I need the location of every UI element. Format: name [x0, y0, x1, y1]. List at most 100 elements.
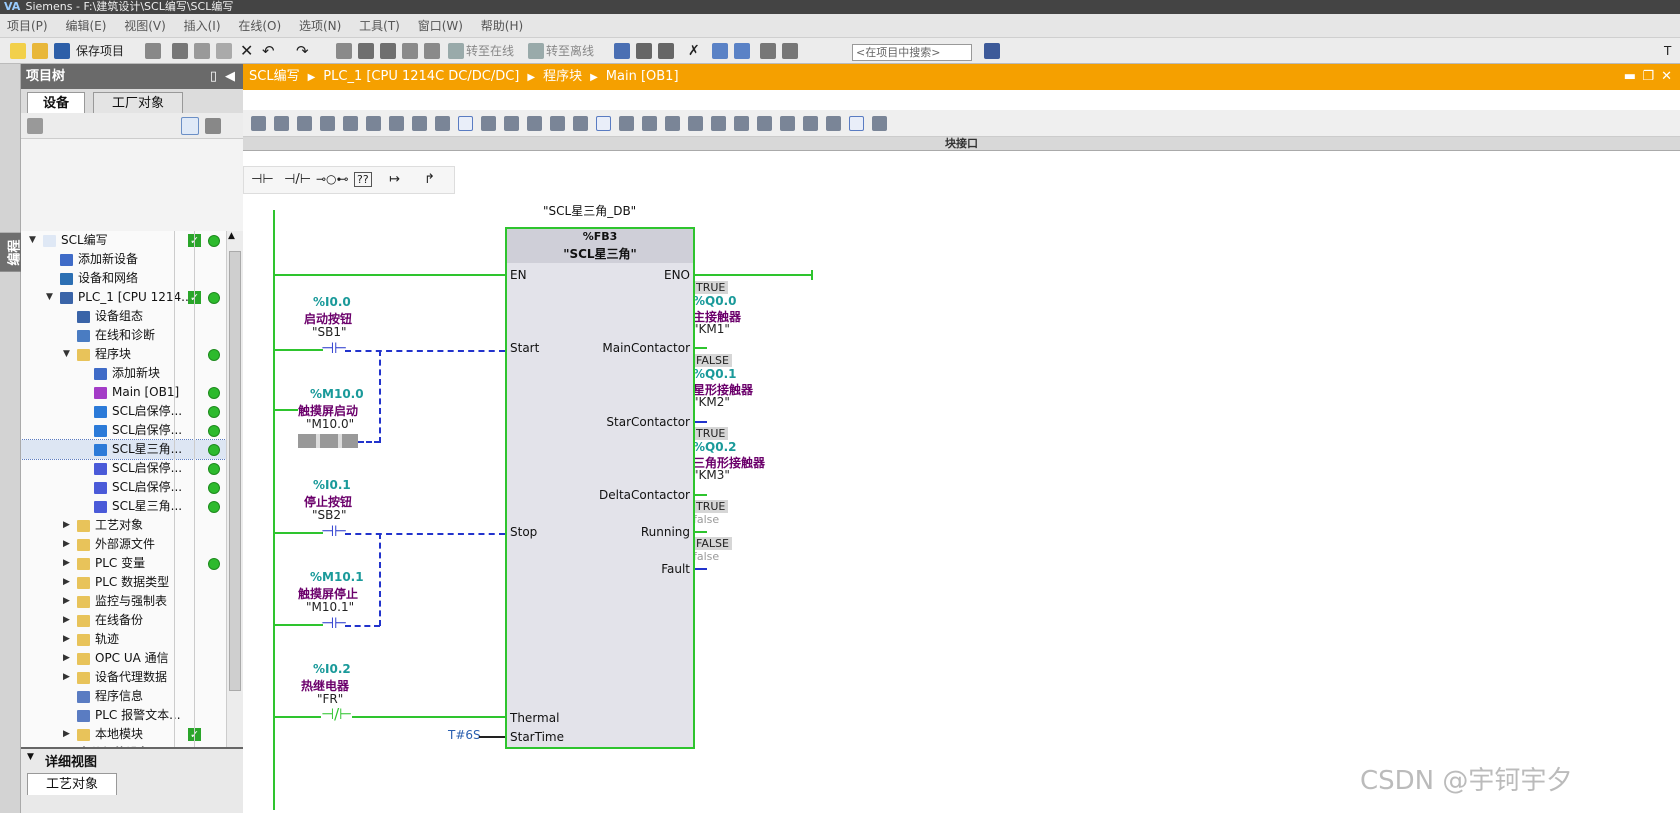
coil-button[interactable]: ⊸○⊷	[316, 172, 349, 186]
display-favorites-icon[interactable]	[389, 116, 404, 131]
breadcrumb-plc[interactable]: PLC_1 [CPU 1214C DC/DC/DC]	[323, 69, 519, 84]
previous-error-icon[interactable]	[596, 116, 611, 131]
tree-item[interactable]: 添加新设备	[21, 250, 226, 269]
insert-network-icon[interactable]	[251, 116, 266, 131]
restore-icon[interactable]	[782, 43, 798, 59]
function-block-box[interactable]: %FB3 "SCL星三角" EN ENO Start MainContactor…	[505, 227, 695, 749]
cut-icon[interactable]	[172, 43, 188, 59]
project-search-input[interactable]: <在项目中搜索>	[852, 44, 972, 61]
close-editor-icon[interactable]: ✕	[1661, 64, 1672, 90]
split-vertical-icon[interactable]	[734, 43, 750, 59]
tree-item[interactable]: SCL启保停...	[21, 402, 226, 421]
tree-item[interactable]: SCL星三角...	[21, 439, 226, 460]
expand-right-icon[interactable]: ▶	[63, 668, 70, 687]
symbol-display-icon[interactable]	[504, 116, 519, 131]
tree-vertical-scrollbar[interactable]: ▲ ▼	[226, 231, 243, 793]
touchscreen-stop-contact[interactable]: ⊣⊢	[321, 614, 347, 632]
tree-item[interactable]: 添加新块	[21, 364, 226, 383]
menu-item-edit[interactable]: 编辑(E)	[58, 14, 113, 38]
menu-item-insert[interactable]: 插入(I)	[177, 14, 228, 38]
breadcrumb-program-blocks[interactable]: 程序块	[543, 69, 582, 84]
go-offline-button[interactable]: 转至离线	[546, 42, 594, 60]
empty-box-button[interactable]: ??	[354, 172, 372, 187]
tree-item[interactable]: SCL星三角...	[21, 497, 226, 516]
tree-item[interactable]: ▶ 外部源文件	[21, 535, 226, 554]
expand-right-icon[interactable]: ▶	[63, 516, 70, 535]
delete-network-icon[interactable]	[274, 116, 289, 131]
minimize-editor-icon[interactable]: ▬	[1624, 64, 1636, 90]
tree-item[interactable]: SCL启保停...	[21, 478, 226, 497]
expand-right-icon[interactable]: ▶	[63, 649, 70, 668]
open-all-networks-icon[interactable]	[458, 116, 473, 131]
modify-icon[interactable]	[665, 116, 680, 131]
absolute-operands-icon[interactable]	[550, 116, 565, 131]
menu-item-project[interactable]: 项目(P)	[0, 14, 55, 38]
search-icon[interactable]	[984, 43, 1000, 59]
no-contact-button[interactable]: ⊣⊢	[251, 172, 274, 187]
tree-item[interactable]: 在线和诊断	[21, 326, 226, 345]
expand-right-icon[interactable]: ▶	[63, 611, 70, 630]
tab-plant-objects[interactable]: 工厂对象	[93, 92, 183, 113]
collapse-icon[interactable]	[734, 116, 749, 131]
pin-icon[interactable]: ▯	[210, 64, 217, 89]
maximize-icon[interactable]	[760, 43, 776, 59]
menu-item-help[interactable]: 帮助(H)	[474, 14, 530, 38]
expand-right-icon[interactable]: ▶	[63, 725, 70, 744]
thermal-nc-contact[interactable]: ⊣/⊢	[321, 705, 353, 723]
start-button-contact[interactable]: ⊣⊢	[321, 339, 347, 357]
expand-down-icon[interactable]: ▼	[46, 288, 53, 307]
call-hierarchy-icon[interactable]	[711, 116, 726, 131]
expand-icon[interactable]	[757, 116, 772, 131]
go-online-button[interactable]: 转至在线	[466, 42, 514, 60]
cross-ref-icon[interactable]	[849, 116, 864, 131]
tab-devices[interactable]: 设备	[27, 92, 85, 113]
go-online-icon[interactable]	[448, 43, 464, 59]
tree-scroll-thumb[interactable]	[229, 251, 241, 691]
tree-item[interactable]: ▶本地模块✓	[21, 725, 226, 744]
tree-options-icon[interactable]	[205, 118, 221, 134]
upload-icon[interactable]	[380, 43, 396, 59]
breadcrumb-main-ob1[interactable]: Main [OB1]	[606, 69, 679, 84]
expand-down-icon[interactable]: ▼	[63, 345, 70, 364]
save-project-button[interactable]: 保存项目	[76, 42, 124, 60]
align-left-icon[interactable]	[366, 116, 381, 131]
open-branch-button[interactable]: ↦	[389, 172, 400, 187]
tree-item[interactable]: ▶ 在线备份	[21, 611, 226, 630]
overview-icon[interactable]	[181, 117, 199, 135]
tree-item[interactable]: ▶ PLC 数据类型	[21, 573, 226, 592]
simulation-icon[interactable]	[402, 43, 418, 59]
split-horizontal-icon[interactable]	[712, 43, 728, 59]
stop-cpu-icon[interactable]	[658, 43, 674, 59]
add-row-icon[interactable]	[320, 116, 335, 131]
go-offline-icon[interactable]	[528, 43, 544, 59]
collapse-detail-icon[interactable]: ▼	[27, 752, 34, 762]
tree-item[interactable]: Main [OB1]	[21, 383, 226, 402]
go-to-icon[interactable]	[780, 116, 795, 131]
touchscreen-start-contact[interactable]	[298, 434, 358, 448]
stop-button-contact[interactable]: ⊣⊢	[321, 522, 347, 540]
tree-item[interactable]: ▼PLC_1 [CPU 1214...✓	[21, 288, 226, 307]
float-editor-icon[interactable]: ❐	[1642, 64, 1654, 90]
insert-row-icon[interactable]	[297, 116, 312, 131]
menu-item-window[interactable]: 窗口(W)	[411, 14, 470, 38]
tree-item[interactable]: ▼ 程序块	[21, 345, 226, 364]
paste-icon[interactable]	[216, 43, 232, 59]
redo-icon[interactable]: ↷	[296, 42, 309, 60]
tree-item[interactable]: ▶ 监控与强制表	[21, 592, 226, 611]
instance-db-label[interactable]: "SCL星三角_DB"	[543, 202, 636, 219]
tree-item[interactable]: ▶ 轨迹	[21, 630, 226, 649]
db-settings-icon[interactable]	[872, 116, 887, 131]
tree-item[interactable]: ▶ 设备代理数据	[21, 668, 226, 687]
close-branch-button[interactable]: ↱	[424, 172, 435, 187]
block-interface-bar[interactable]: 块接口	[243, 137, 1680, 151]
compare-icon[interactable]	[424, 43, 440, 59]
tree-item[interactable]: ▶ PLC 变量	[21, 554, 226, 573]
undo-icon[interactable]: ↶	[262, 42, 275, 60]
menu-item-tools[interactable]: 工具(T)	[352, 14, 407, 38]
copy-icon[interactable]	[194, 43, 210, 59]
delete-icon[interactable]: ✕	[240, 42, 253, 60]
tree-item[interactable]: 设备和网络	[21, 269, 226, 288]
collapse-left-icon[interactable]: ◀	[225, 64, 235, 89]
download-icon[interactable]	[358, 43, 374, 59]
tree-item[interactable]: PLC 报警文本...	[21, 706, 226, 725]
